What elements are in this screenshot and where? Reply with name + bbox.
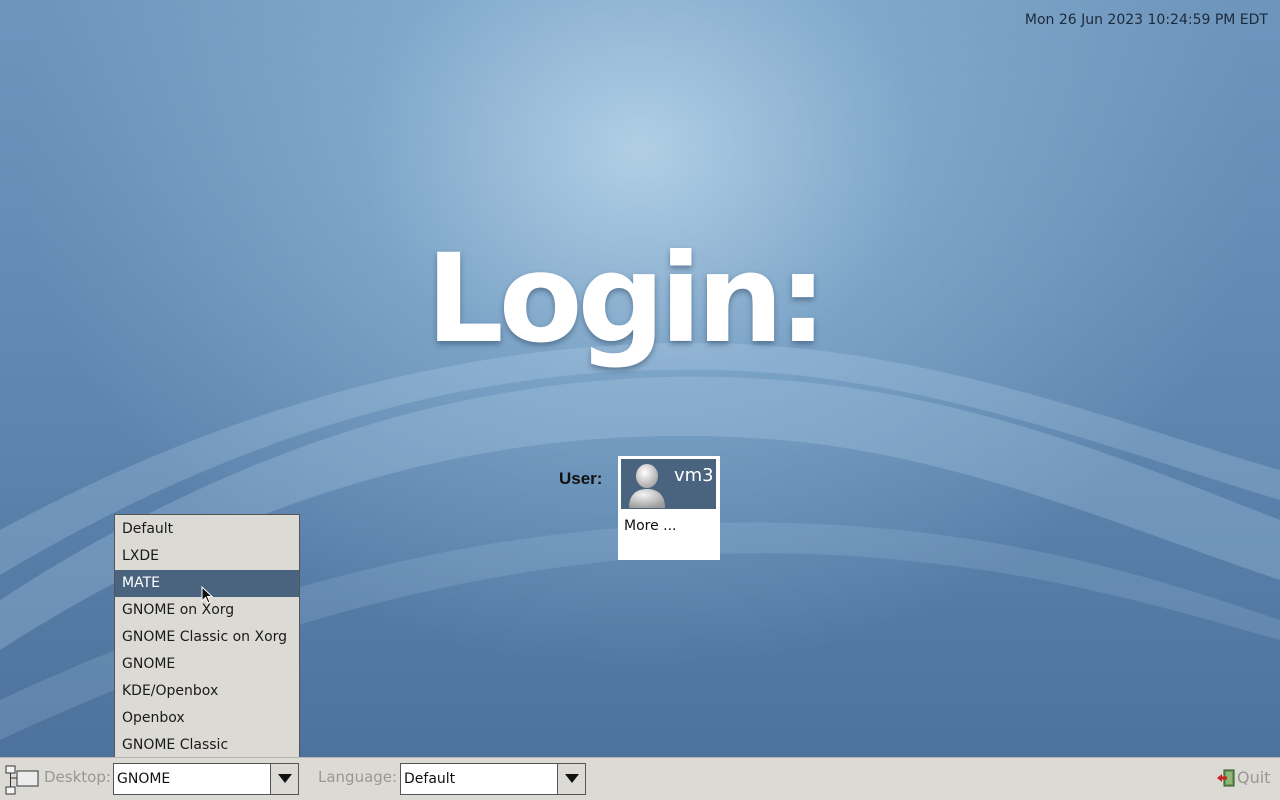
desktop-combo-value: GNOME bbox=[117, 771, 171, 787]
language-label: Language: bbox=[318, 768, 398, 786]
dropdown-arrow-icon bbox=[565, 774, 579, 783]
bottom-bar: Desktop: GNOME Language: Default Quit bbox=[0, 757, 1280, 800]
session-option-gnome-classic[interactable]: GNOME Classic bbox=[115, 732, 299, 759]
desktop-combo[interactable]: GNOME bbox=[113, 763, 299, 795]
desktop-combo-button[interactable] bbox=[270, 764, 298, 794]
session-option-openbox[interactable]: Openbox bbox=[115, 705, 299, 732]
user-label: User: bbox=[559, 469, 603, 488]
language-combo-value: Default bbox=[404, 771, 456, 787]
user-list: vm3 More ... bbox=[618, 456, 720, 560]
user-name: vm3 bbox=[674, 465, 714, 486]
mouse-pointer-icon bbox=[201, 586, 214, 604]
clock: Mon 26 Jun 2023 10:24:59 PM EDT bbox=[1024, 12, 1268, 28]
session-option-kde-openbox[interactable]: KDE/Openbox bbox=[115, 678, 299, 705]
session-option-gnome-classic-on-xorg[interactable]: GNOME Classic on Xorg bbox=[115, 624, 299, 651]
desktop-session-dropdown: Default LXDE MATE GNOME on Xorg GNOME Cl… bbox=[114, 514, 300, 761]
quit-button[interactable]: Quit bbox=[1216, 767, 1270, 789]
login-title: Login: bbox=[426, 228, 827, 370]
desktop-label: Desktop: bbox=[44, 768, 111, 786]
session-menu-icon[interactable] bbox=[5, 765, 39, 795]
user-entry-vm3[interactable]: vm3 bbox=[621, 459, 716, 509]
language-combo[interactable]: Default bbox=[400, 763, 586, 795]
language-combo-button[interactable] bbox=[557, 764, 585, 794]
session-option-gnome[interactable]: GNOME bbox=[115, 651, 299, 678]
quit-label: Quit bbox=[1237, 768, 1271, 787]
session-option-lxde[interactable]: LXDE bbox=[115, 543, 299, 570]
session-option-default[interactable]: Default bbox=[115, 516, 299, 543]
exit-door-icon bbox=[1217, 769, 1235, 787]
user-avatar-icon bbox=[629, 464, 665, 508]
more-users-link[interactable]: More ... bbox=[624, 516, 714, 536]
dropdown-arrow-icon bbox=[278, 774, 292, 783]
